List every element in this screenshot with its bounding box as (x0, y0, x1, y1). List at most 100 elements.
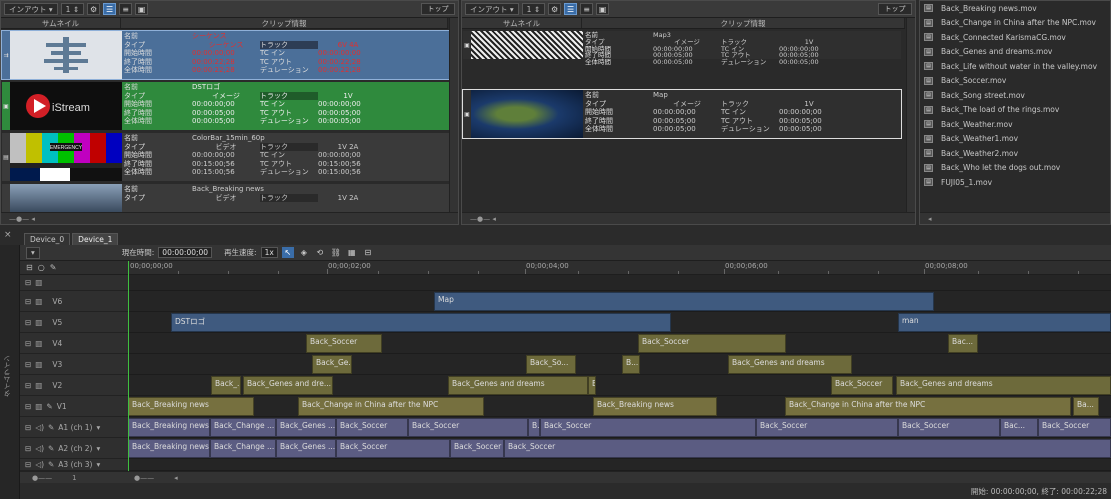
timeline-clip[interactable]: Back_Change ... (210, 418, 276, 437)
edit-icon[interactable]: ✎ (48, 460, 54, 469)
clip-item[interactable]: ▤ EMERGENCY 名前 ColorBar_15min_60p タイプ ビデオ ト… (1, 132, 450, 182)
timeline-clip[interactable]: Back_Change in China after the NPC (785, 397, 1071, 416)
track-lane-v5[interactable]: DSTロゴ man (128, 312, 1111, 333)
timeline-clip[interactable]: Bac... (1000, 418, 1038, 437)
link-icon[interactable]: ⚙ (87, 3, 101, 15)
file-list-item[interactable]: ▤ Back_Song street.mov (920, 88, 1110, 103)
clip-item[interactable]: ▣ iStream 名前 DSTロゴ タイプ イメージ トラック 1V 開始時間 00:0… (1, 81, 450, 131)
track-header-a2[interactable]: ⊟ ◁) ✎ A2 (ch 2) ▾ (20, 438, 128, 459)
visibility-icon[interactable]: ▥ (35, 318, 42, 327)
track-header[interactable]: ⊟ ▥ (20, 275, 128, 291)
detail-view-icon[interactable]: ☰ (103, 3, 117, 15)
timeline-close-icon[interactable]: × (4, 230, 12, 240)
zoom-slider[interactable]: —●— ◂ (470, 215, 496, 223)
lock-icon[interactable]: ⊟ (25, 339, 31, 348)
time-ruler[interactable]: 00;00;00;00 00;00;02;00 00;00;04;00 00;0… (128, 261, 1111, 275)
track-header-a3[interactable]: ⊟ ◁) ✎ A3 (ch 3) ▾ (20, 459, 128, 471)
timeline-menu-dropdown[interactable]: ▾ (26, 246, 40, 259)
timeline-clip[interactable]: Back_Genes and dre... (243, 376, 333, 395)
file-list-item[interactable]: ▤ Back_Change in China after the NPC.mov (920, 16, 1110, 31)
lock-icon[interactable]: ⊟ (25, 318, 31, 327)
time-zoom-slider[interactable]: ●—— (134, 474, 154, 482)
timeline-clip[interactable]: B. (528, 418, 540, 437)
timeline-clip[interactable]: Back_Change ... (210, 439, 276, 458)
clip-item[interactable]: ▣ 名前 Map3 タイプ イメージ トラック 1V 開始時間 00:00:00;00 TC… (462, 30, 902, 65)
visibility-icon[interactable]: ▥ (35, 278, 42, 287)
timeline-clip[interactable]: Back_Genes and dreams (728, 355, 852, 374)
clip-item[interactable]: ⇉ 名前 シーケンス タイプ シーケンス トラック 6V 4A 開始時間 00:00:00… (1, 30, 450, 80)
timeline-clip[interactable]: Back_Ge... (312, 355, 352, 374)
track-lane-a1[interactable]: Back_Breaking news Back_Change ... Back_… (128, 417, 1111, 438)
timeline-clip[interactable]: Back_Genes and dreams (448, 376, 588, 395)
file-list-item[interactable]: ▤ Back_Genes and dreams.mov (920, 45, 1110, 60)
timeline-clip[interactable]: Back_Soccer (408, 418, 528, 437)
clip-item[interactable]: ▣ 名前 Map タイプ イメージ トラック 1V 開始時間 00:00:00;00 TC … (462, 89, 902, 139)
link-tool-icon[interactable]: ⛓ (330, 247, 342, 258)
scroll-left-icon[interactable]: ◂ (928, 215, 932, 223)
select-tool-icon[interactable]: ↖ (281, 247, 294, 258)
track-lane-v1[interactable]: Back_Breaking news Back_Change in China … (128, 396, 1111, 417)
track-header-v5[interactable]: ⊟ ▥ V5 (20, 312, 128, 333)
top-button[interactable]: トップ (421, 3, 455, 15)
track-lane-a2[interactable]: Back_Breaking news Back_Change ... Back_… (128, 438, 1111, 459)
timeline-clip[interactable]: Back_... (211, 376, 241, 395)
timeline-clip[interactable]: Back_Soccer (504, 439, 1111, 458)
lock-icon[interactable]: ⊟ (25, 381, 31, 390)
playhead[interactable] (128, 261, 129, 471)
save-icon[interactable]: ▣ (596, 3, 610, 15)
edit-icon[interactable]: ✎ (46, 402, 52, 411)
track-header-v1[interactable]: ⊟ ▥ ✎ V1 (20, 396, 128, 417)
track-header-v4[interactable]: ⊟ ▥ V4 (20, 333, 128, 354)
timeline-clip[interactable]: Ba... (1073, 397, 1099, 416)
lock-icon[interactable]: ⊟ (25, 460, 31, 469)
view-all-icon[interactable]: ○ (38, 263, 45, 272)
chevron-down-icon[interactable]: ▾ (96, 423, 100, 432)
edit-icon[interactable]: ✎ (48, 423, 54, 432)
edit-all-icon[interactable]: ✎ (50, 263, 57, 272)
vertical-scrollbar[interactable] (906, 18, 915, 212)
clip-info-header[interactable]: クリップ情報 (121, 18, 448, 28)
list-view-icon[interactable]: ≡ (580, 3, 594, 15)
timeline-scrollbar[interactable]: ●—— ◂ (128, 471, 1111, 483)
clip-item[interactable]: 名前 Back_Breaking news タイプ ビデオ トラック 1V 2A (1, 183, 450, 213)
speaker-icon[interactable]: ◁) (35, 444, 44, 453)
thumbnail-header[interactable]: サムネイル (462, 18, 582, 28)
timeline-clip[interactable]: Back_Soccer (306, 334, 382, 353)
track-header-v3[interactable]: ⊟ ▥ V3 (20, 354, 128, 375)
timeline-clip[interactable]: Back_Breaking news (128, 397, 254, 416)
lock-icon[interactable]: ⊟ (25, 360, 31, 369)
scroll-left-icon[interactable]: ◂ (174, 474, 178, 482)
visibility-icon[interactable]: ▥ (35, 381, 42, 390)
file-list-item[interactable]: ▤ Back_Breaking news.mov (920, 1, 1110, 16)
timeline-clip[interactable]: Back_So... (526, 355, 576, 374)
thumbnail-header[interactable]: サムネイル (1, 18, 121, 28)
timeline-clip[interactable]: Back_Soccer (450, 439, 504, 458)
timeline-clip[interactable]: Back_Breaking news (128, 439, 210, 458)
vertical-scrollbar[interactable] (449, 18, 458, 212)
marker-tool-icon[interactable]: ◈ (298, 247, 310, 258)
zoom-slider[interactable]: —●— ◂ (9, 215, 35, 223)
track-header-scrollbar[interactable]: ●—— 1 (20, 471, 128, 483)
current-time-field[interactable]: 00:00:00;00 (158, 247, 213, 258)
clip-info-header[interactable]: クリップ情報 (582, 18, 905, 28)
lock-icon[interactable]: ⊟ (362, 247, 374, 258)
track-header-a1[interactable]: ⊟ ◁) ✎ A1 (ch 1) ▾ (20, 417, 128, 438)
inout-dropdown[interactable]: インアウト ▾ (4, 3, 58, 15)
counter-spinner[interactable]: 1 ⇕ (60, 3, 85, 15)
visibility-icon[interactable]: ▥ (35, 297, 42, 306)
chevron-down-icon[interactable]: ▾ (96, 444, 100, 453)
link-icon[interactable]: ⚙ (548, 3, 562, 15)
speaker-icon[interactable]: ◁) (35, 460, 44, 469)
track-zoom-slider[interactable]: ●—— (32, 474, 52, 482)
tab-device-0[interactable]: Device_0 (24, 233, 71, 245)
lock-icon[interactable]: ⊟ (25, 278, 31, 287)
detail-view-icon[interactable]: ☰ (564, 3, 578, 15)
timeline-clip[interactable]: Back_Breaking news (128, 418, 210, 437)
file-list-item[interactable]: ▤ Back_The load of the rings.mov (920, 103, 1110, 118)
timeline-clip[interactable]: Back_Soccer (756, 418, 898, 437)
visibility-icon[interactable]: ▥ (35, 339, 42, 348)
timeline-clip[interactable]: Bac... (948, 334, 978, 353)
lock-icon[interactable]: ⊟ (25, 402, 31, 411)
save-icon[interactable]: ▣ (135, 3, 149, 15)
file-list-item[interactable]: ▤ Back_Weather.mov (920, 117, 1110, 132)
